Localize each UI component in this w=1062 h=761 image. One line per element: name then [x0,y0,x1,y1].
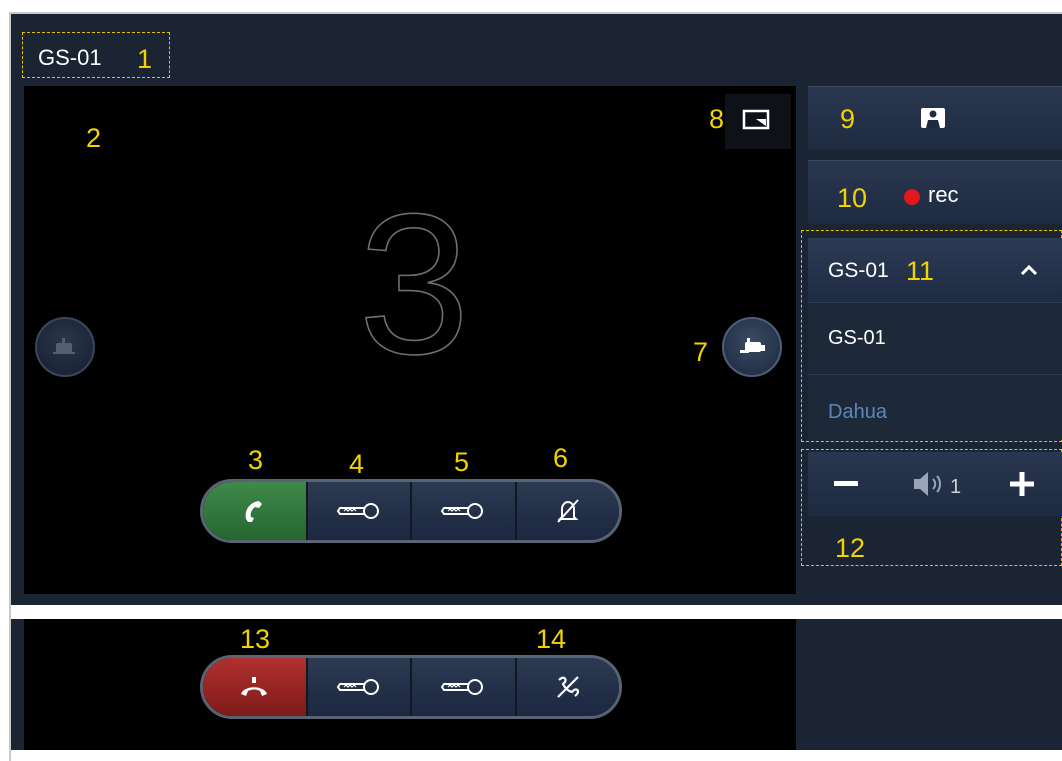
answer-icon [245,501,263,522]
volume-up-button[interactable] [998,460,1046,508]
callout-1: 1 [137,44,153,74]
callout-3: 3 [248,445,264,475]
camera-icon [53,338,75,354]
unlock-2-button[interactable] [412,482,517,540]
hangup-button[interactable] [203,658,308,716]
camera-switch-button[interactable] [722,317,782,377]
camera-icon [740,338,765,353]
chevron-up-icon [1020,264,1038,276]
callout-11: 11 [906,256,935,286]
call-control-bar [200,479,622,543]
callout-5: 5 [454,447,470,477]
countdown-number: 3 [358,185,471,375]
callout-8: 8 [709,104,725,134]
record-dot-icon [904,189,920,205]
device-title: GS-01 [38,45,102,70]
speaker-icon [914,472,941,496]
unlock-2-button[interactable] [412,658,517,716]
camera-option-gs01-label: GS-01 [828,327,886,349]
bell-off-icon [557,499,579,523]
key-icon [336,679,379,695]
callout-2: 2 [86,123,102,153]
volume-level: 1 [950,476,962,498]
mute-ringtone-button[interactable] [516,482,619,540]
callout-14: 14 [536,624,567,654]
volume-down-button[interactable] [822,460,870,508]
callout-7: 7 [693,337,709,367]
callout-6: 6 [553,443,569,473]
plus-icon [1010,472,1034,496]
camera-select-value: GS-01 [828,259,889,282]
fullscreen-icon [742,109,770,130]
callout-4: 4 [349,449,365,479]
callout-13: 13 [240,624,271,654]
record-label: rec [928,182,959,207]
key-icon [441,679,484,695]
callout-12: 12 [835,533,866,563]
camera-option-dahua-label: Dahua [828,401,887,423]
mute-mic-button[interactable] [516,658,619,716]
camera-left-button[interactable] [35,317,95,377]
callout-10: 10 [837,183,868,213]
unlock-1-button[interactable] [307,482,412,540]
snapshot-icon [921,108,945,128]
fullscreen-button[interactable] [725,94,791,149]
key-icon [441,503,484,519]
call-control-bar-active [200,655,622,719]
unlock-1-button[interactable] [307,658,412,716]
answer-button[interactable] [203,482,308,540]
volume-control [808,452,1062,516]
mic-off-icon [556,676,579,698]
callout-9: 9 [840,104,856,134]
hangup-icon [241,677,268,696]
key-icon [336,503,379,519]
minus-icon [834,481,858,486]
countdown-text: 3 [358,185,469,375]
